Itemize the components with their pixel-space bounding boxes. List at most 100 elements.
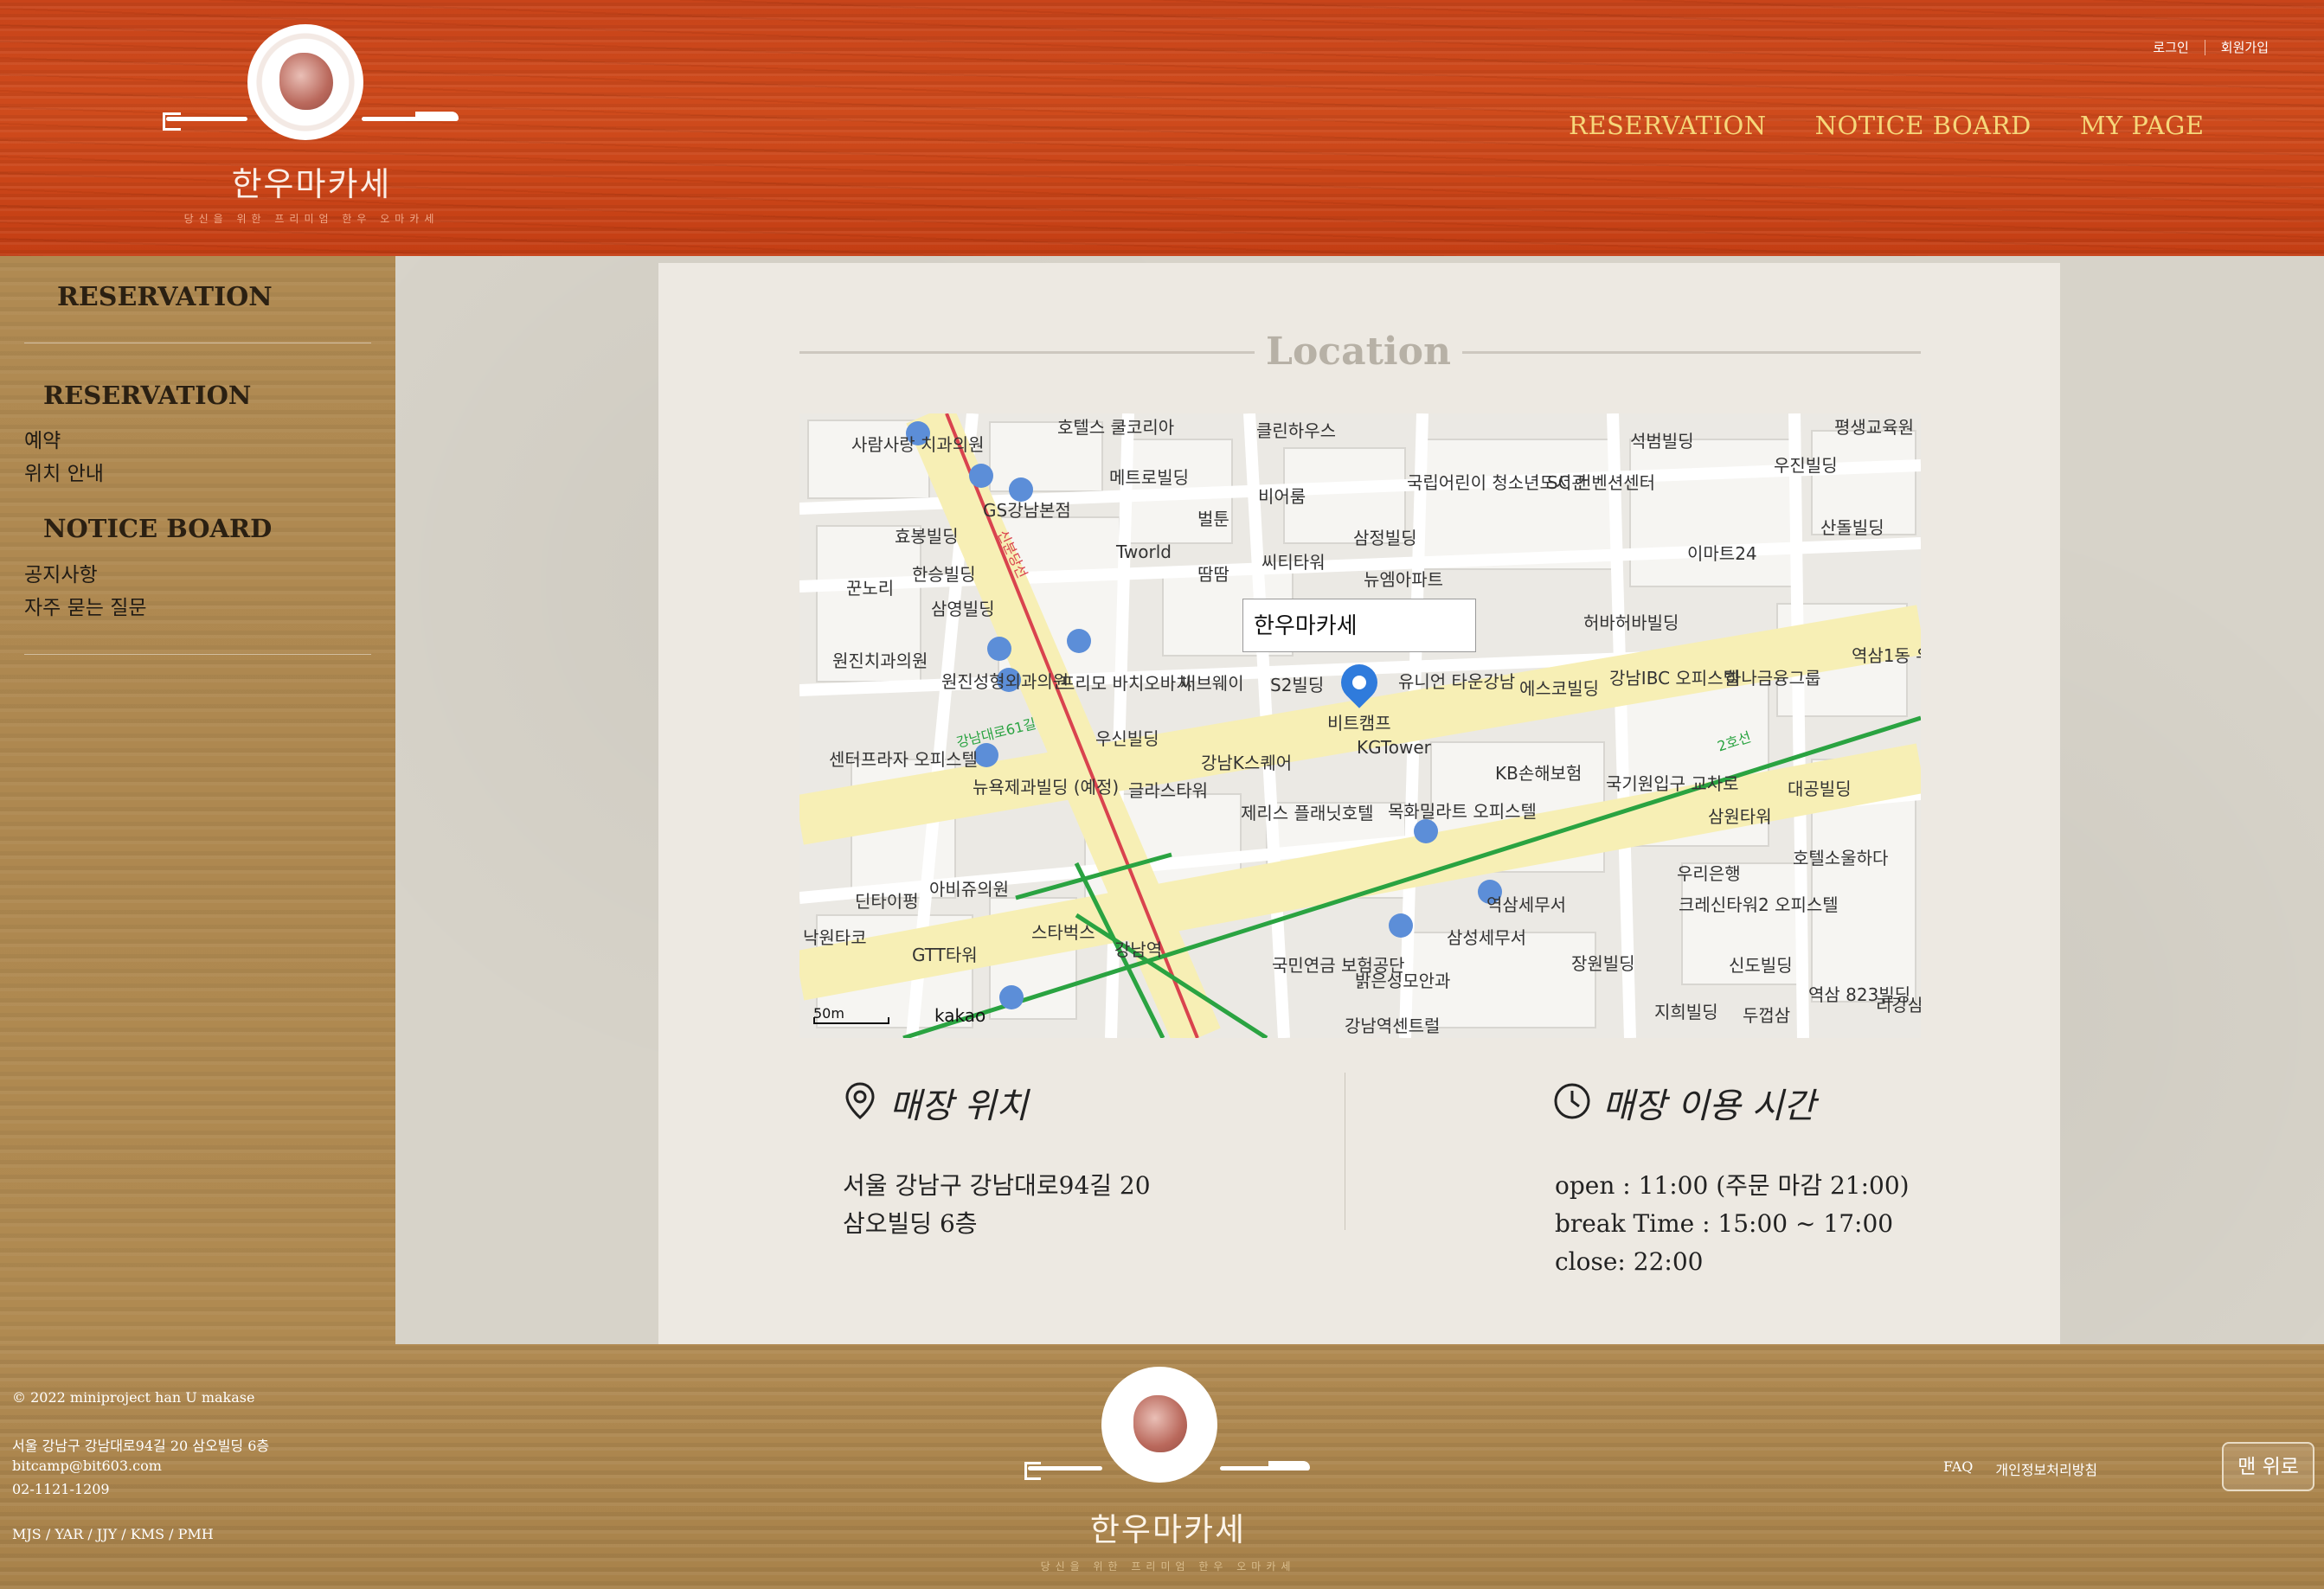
location-pin-icon — [845, 1082, 875, 1119]
map-label: 강남역 — [1114, 939, 1163, 960]
fork-icon — [163, 112, 247, 131]
map-label: 두껍삼 — [1743, 1005, 1791, 1026]
footer-logo[interactable]: 한우마카세 당신을 위한 프리미엄 한우 오마카세 — [1012, 1362, 1324, 1573]
sidebar-heading-reservation[interactable]: RESERVATION — [43, 381, 251, 410]
map-label: 뉴욕제과빌딩 (예정) — [973, 777, 1120, 798]
map-label: 산돌빌딩 — [1820, 517, 1884, 538]
footer-brand-tagline: 당신을 위한 프리미엄 한우 오마카세 — [1040, 1560, 1296, 1573]
hours-heading: 매장 이용 시간 — [1602, 1086, 1816, 1126]
map-label: 밝은성모안과 — [1355, 971, 1451, 991]
map-label: 국기원입구 교차로 — [1606, 773, 1739, 794]
nav-reservation[interactable]: RESERVATION — [1569, 111, 1767, 140]
site-logo[interactable]: 한우마카세 당신을 위한 프리미엄 한우 오마카세 — [156, 19, 467, 225]
util-links: 로그인 회원가입 — [2153, 38, 2269, 56]
map-label: 비트캠프 — [1327, 713, 1391, 734]
map-label: 꾼노리 — [846, 578, 895, 599]
map-label: 삼영빌딩 — [931, 599, 995, 619]
signup-link[interactable]: 회원가입 — [2221, 38, 2269, 56]
map-label: KB손해보험 — [1495, 763, 1583, 784]
map-label: 원진성형외과의원 — [941, 671, 1069, 692]
map-label: SC 컨벤션센터 — [1547, 472, 1656, 493]
map-label: 삼원타워 — [1708, 806, 1772, 827]
store-address-line-2: 삼오빌딩 6층 — [843, 1209, 978, 1238]
map-label: 우신빌딩 — [1095, 728, 1159, 749]
map-label: 뉴엠아파트 — [1364, 569, 1443, 590]
sidebar-heading-notice-board[interactable]: NOTICE BOARD — [43, 514, 272, 543]
map-label: 크레신타워2 오피스텔 — [1679, 894, 1839, 915]
map-label: 씨티타워 — [1262, 552, 1326, 573]
map-label: 아비쥬의원 — [929, 879, 1009, 900]
map-label: 써브웨이 — [1180, 673, 1244, 694]
fork-icon — [1024, 1462, 1102, 1480]
map-label: 사람사랑 치과의원 — [851, 434, 985, 455]
footer-copyright: © 2022 miniproject han U makase — [12, 1389, 255, 1406]
hours-break: break Time : 15:00 ~ 17:00 — [1555, 1209, 1894, 1238]
footer-team: MJS / YAR / JJY / KMS / PMH — [12, 1526, 214, 1542]
map-label: 비어룸 — [1258, 486, 1306, 507]
footer-address: 서울 강남구 강남대로94길 20 삼오빌딩 6층 — [12, 1438, 270, 1454]
map-label: 역삼1동 우체국 — [1852, 645, 1921, 666]
footer-links: FAQ 개인정보처리방침 — [1943, 1458, 2097, 1479]
sidebar-divider — [24, 654, 371, 655]
map-label: 벌툰 — [1197, 509, 1229, 529]
map-label: 스타벅스 — [1031, 922, 1095, 943]
sidebar-title: RESERVATION — [57, 282, 273, 312]
sidebar-item-location[interactable]: 위치 안내 — [24, 457, 104, 486]
footer-email: bitcamp@bit603.com — [12, 1458, 162, 1474]
clock-icon — [1554, 1083, 1590, 1119]
site-header: 한우마카세 당신을 위한 프리미엄 한우 오마카세 로그인 회원가입 RESER… — [0, 0, 2324, 256]
map-label: 유니언 타운강남 — [1398, 671, 1516, 692]
map-brand[interactable]: kakao — [934, 1005, 985, 1026]
map-label: 우진빌딩 — [1774, 455, 1838, 476]
map-label: 땀땀 — [1197, 564, 1229, 585]
page-title: Location — [1255, 322, 1462, 382]
map-label: S2빌딩 — [1270, 675, 1325, 695]
map-label: 장원빌딩 — [1571, 953, 1635, 974]
map-label: 목화밀라트 오피스텔 — [1388, 801, 1537, 822]
nav-my-page[interactable]: MY PAGE — [2080, 111, 2205, 140]
sidebar-item-reserve[interactable]: 예약 — [24, 424, 61, 453]
map-label: Tworld — [1116, 541, 1172, 562]
sidebar: RESERVATION RESERVATION 예약 위치 안내 NOTICE … — [0, 256, 395, 1344]
map-label: 낙원타코 — [803, 927, 867, 948]
map-label: 글라스타워 — [1128, 780, 1208, 801]
plate-logo-icon — [1101, 1367, 1217, 1483]
map-label: GTT타워 — [912, 945, 978, 965]
map-label: 제리스 플래닛호텔 — [1241, 803, 1374, 823]
knife-icon — [362, 112, 459, 121]
map-label: 강남K스퀘어 — [1201, 753, 1293, 773]
map-label: 우리은행 — [1677, 863, 1741, 884]
footer-privacy-link[interactable]: 개인정보처리방침 — [1995, 1458, 2097, 1479]
title-rule-left — [799, 351, 1258, 354]
map-label: 평생교육원 — [1834, 417, 1914, 438]
map-popup[interactable]: 한우마카세 — [1242, 599, 1476, 652]
brand-tagline: 당신을 위한 프리미엄 한우 오마카세 — [183, 213, 440, 225]
map-label: 석범빌딩 — [1630, 431, 1694, 452]
map-label: 대공빌딩 — [1788, 778, 1852, 799]
map-label: 지희빌딩 — [1654, 1002, 1718, 1022]
footer-faq-link[interactable]: FAQ — [1943, 1458, 1973, 1479]
scroll-to-top-button[interactable]: 맨 위로 — [2222, 1442, 2314, 1491]
footer-brand-name: 한우마카세 — [1089, 1511, 1247, 1548]
nav-notice-board[interactable]: NOTICE BOARD — [1815, 111, 2032, 140]
main-nav: RESERVATION NOTICE BOARD MY PAGE — [1569, 111, 2205, 140]
kakao-map[interactable]: 사람사랑 치과의원 호텔스 쿨코리아 클린하우스 평생교육원 석범빌딩 우진빌딩… — [799, 413, 1921, 1038]
map-label: 효봉빌딩 — [895, 526, 959, 547]
store-address-line-1: 서울 강남구 강남대로94길 20 — [843, 1171, 1151, 1200]
map-label: 강남역센트럴 — [1345, 1016, 1441, 1036]
sidebar-item-faq[interactable]: 자주 묻는 질문 — [24, 591, 147, 620]
map-label: 원진치과의원 — [832, 650, 928, 671]
map-label: 센터프라자 오피스텔 — [829, 749, 978, 770]
map-label: 호텔소울하다 — [1793, 848, 1889, 868]
hours-close: close: 22:00 — [1555, 1247, 1704, 1276]
login-link[interactable]: 로그인 — [2153, 38, 2188, 56]
sidebar-item-notices[interactable]: 공지사항 — [24, 558, 98, 587]
map-label: 이마트24 — [1687, 543, 1757, 564]
plate-logo-icon — [247, 24, 363, 140]
knife-icon — [1220, 1461, 1310, 1470]
title-rule-right — [1459, 351, 1921, 354]
store-location-heading: 매장 위치 — [889, 1086, 1028, 1126]
map-label: 메트로빌딩 — [1109, 467, 1189, 488]
map-label: 리강삼 — [1876, 995, 1921, 1016]
hours-open: open : 11:00 (주문 마감 21:00) — [1555, 1171, 1910, 1200]
